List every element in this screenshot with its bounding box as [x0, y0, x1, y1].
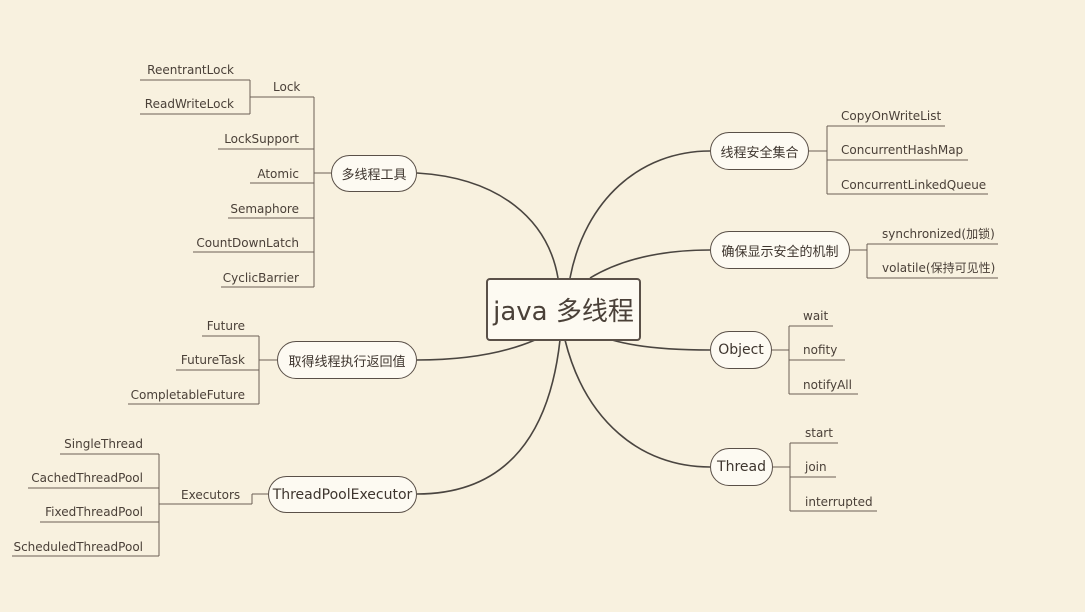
topic-readwritelock[interactable]: ReadWriteLock — [140, 97, 234, 111]
connector-root-visibility — [589, 249, 711, 279]
connector-root-future — [416, 339, 536, 361]
topic-atomic[interactable]: Atomic — [250, 167, 299, 181]
topic-join[interactable]: join — [805, 460, 827, 474]
connector-root-collections — [569, 150, 711, 279]
topic-thread-return-value[interactable]: 取得线程执行返回值 — [277, 341, 417, 379]
topic-singlethread[interactable]: SingleThread — [40, 437, 143, 451]
topic-start[interactable]: start — [805, 426, 833, 440]
connector-root-object — [611, 339, 711, 351]
topic-notifyall[interactable]: notifyAll — [803, 378, 852, 392]
topic-multithread-tools[interactable]: 多线程工具 — [331, 155, 417, 192]
topic-thread[interactable]: Thread — [710, 448, 773, 486]
topic-thread-safe-collections[interactable]: 线程安全集合 — [710, 132, 809, 170]
topic-futuretask[interactable]: FutureTask — [176, 353, 245, 367]
topic-interrupted[interactable]: interrupted — [805, 495, 873, 509]
connector-root-thread — [564, 339, 711, 468]
connector-root-pool — [416, 339, 561, 495]
topic-volatile[interactable]: volatile(保持可见性) — [882, 261, 995, 275]
topic-synchronized[interactable]: synchronized(加锁) — [882, 227, 995, 241]
topic-completablefuture[interactable]: CompletableFuture — [128, 388, 245, 402]
root-topic[interactable]: java 多线程 — [486, 278, 641, 341]
connector-root-tools — [416, 172, 559, 279]
topic-object[interactable]: Object — [710, 331, 772, 369]
topic-semaphore[interactable]: Semaphore — [228, 202, 299, 216]
topic-scheduledthreadpool[interactable]: ScheduledThreadPool — [5, 540, 143, 554]
topic-reentrantlock[interactable]: ReentrantLock — [140, 63, 234, 77]
topic-cyclicbarrier[interactable]: CyclicBarrier — [221, 271, 299, 285]
topic-lock[interactable]: Lock — [273, 80, 300, 94]
topic-concurrenthashmap[interactable]: ConcurrentHashMap — [841, 143, 963, 157]
topic-nofity[interactable]: nofity — [803, 343, 837, 357]
topic-countdownlatch[interactable]: CountDownLatch — [193, 236, 299, 250]
topic-cachedthreadpool[interactable]: CachedThreadPool — [20, 471, 143, 485]
topic-visibility-mechanisms[interactable]: 确保显示安全的机制 — [710, 231, 850, 269]
topic-threadpoolexecutor[interactable]: ThreadPoolExecutor — [268, 476, 417, 513]
topic-executors[interactable]: Executors — [181, 488, 240, 502]
topic-wait[interactable]: wait — [803, 309, 828, 323]
topic-concurrentlinkedqueue[interactable]: ConcurrentLinkedQueue — [841, 178, 986, 192]
topic-future[interactable]: Future — [202, 319, 245, 333]
topic-fixedthreadpool[interactable]: FixedThreadPool — [30, 505, 143, 519]
topic-locksupport[interactable]: LockSupport — [218, 132, 299, 146]
topic-copyonwritelist[interactable]: CopyOnWriteList — [841, 109, 941, 123]
